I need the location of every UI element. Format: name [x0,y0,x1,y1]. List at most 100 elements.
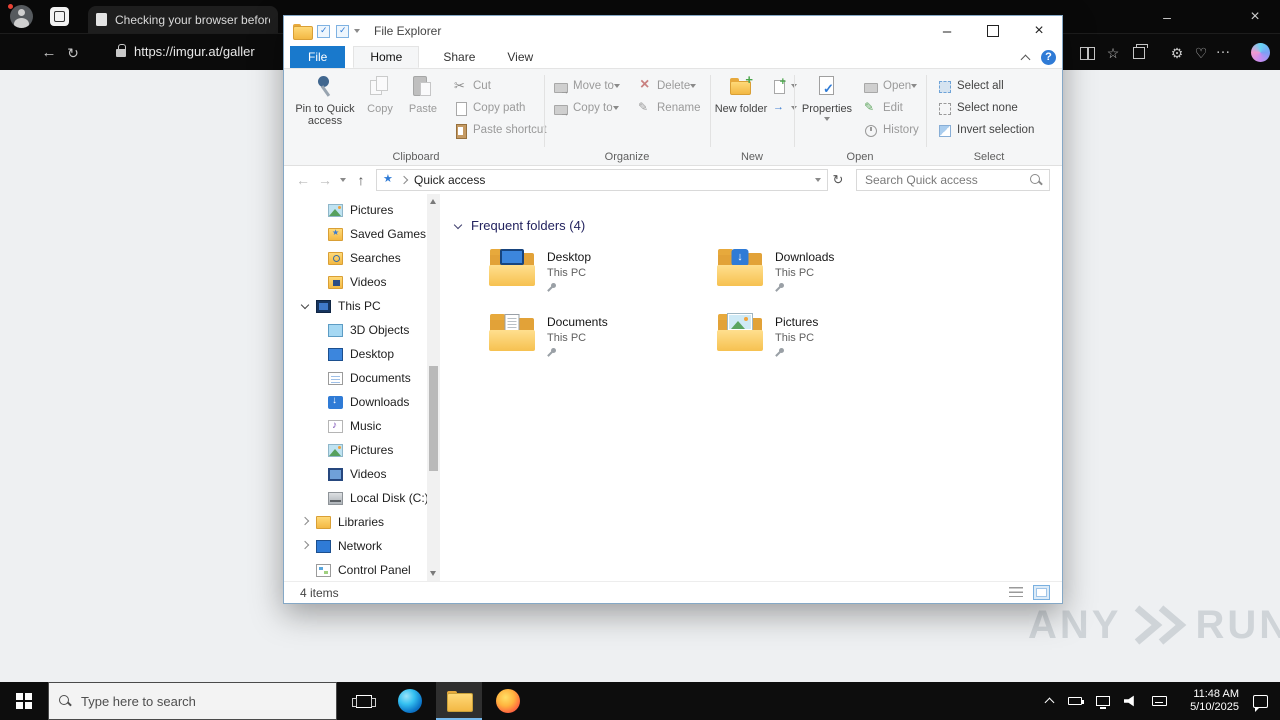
keyboard-icon[interactable] [1152,696,1167,706]
sidebar-item-pictures[interactable]: Pictures [284,438,441,462]
extensions-icon[interactable] [1168,44,1186,62]
sidebar-item-this-pc[interactable]: This PC [284,294,441,318]
move-to-button[interactable]: Move to [550,76,623,96]
sidebar-item-videos-user[interactable]: Videos [284,270,441,294]
address-dropdown-icon[interactable] [815,178,821,182]
battery-icon[interactable] [1068,697,1084,705]
browser-refresh-icon[interactable] [64,44,82,62]
history-button[interactable]: History [860,120,922,140]
profile-avatar[interactable] [10,5,33,28]
paste-shortcut-button[interactable]: Paste shortcut [450,120,550,140]
taskbar-file-explorer-button[interactable] [436,682,482,720]
minimize-button[interactable] [924,16,970,46]
sidebar-item-downloads[interactable]: Downloads [284,390,441,414]
expand-chevron-icon[interactable] [300,301,310,311]
close-button[interactable] [1016,16,1062,46]
sidebar-scrollbar[interactable] [427,194,440,581]
pin-to-quick-access-button[interactable]: Pin to Quick access [294,72,356,146]
select-all-button[interactable]: Select all [934,76,1037,96]
copy-to-button[interactable]: Copy to [550,98,623,118]
sidebar-item-searches[interactable]: Searches [284,246,441,270]
sidebar-item-control-panel[interactable]: Control Panel [284,558,441,581]
sidebar-item-libraries[interactable]: Libraries [284,510,441,534]
expand-chevron-icon[interactable] [300,517,310,527]
sidebar-item-3d-objects[interactable]: 3D Objects [284,318,441,342]
browser-minimize-button[interactable] [1150,0,1184,33]
action-center-icon[interactable] [1253,694,1268,712]
delete-button[interactable]: Delete [634,76,703,96]
split-screen-icon[interactable] [1078,46,1096,64]
breadcrumb-chevron-icon[interactable] [400,176,408,184]
sidebar-item-network[interactable]: Network [284,534,441,558]
folder-tile-documents[interactable]: Documents This PC [489,313,717,378]
favorites-star-icon[interactable] [1104,44,1122,62]
folder-tile-pictures[interactable]: Pictures This PC [717,313,945,378]
explorer-titlebar[interactable]: File Explorer [284,16,1062,46]
address-bar[interactable]: Quick access [376,169,828,191]
new-folder-button[interactable]: New folder [714,72,768,146]
tab-home[interactable]: Home [353,46,420,68]
rename-button[interactable]: Rename [634,98,703,118]
network-icon[interactable] [1096,696,1110,709]
sidebar-item-documents[interactable]: Documents [284,366,441,390]
expand-chevron-icon[interactable] [300,541,310,551]
tray-expand-icon[interactable] [1044,696,1054,706]
taskbar-search[interactable] [48,682,337,720]
sidebar-item-local-disk-c[interactable]: Local Disk (C:) [284,486,441,510]
taskbar-edge-button[interactable] [388,682,432,720]
folder-tile-downloads[interactable]: Downloads This PC [717,248,945,313]
tab-file[interactable]: File [290,46,346,68]
maximize-button[interactable] [970,16,1016,46]
tab-share[interactable]: Share [427,46,491,68]
sidebar-item-desktop[interactable]: Desktop [284,342,441,366]
search-input[interactable] [857,170,1049,190]
qat-dropdown-icon[interactable] [354,29,360,33]
tab-view[interactable]: View [491,46,549,68]
minimize-ribbon-icon[interactable] [1019,52,1031,64]
volume-icon[interactable] [1124,695,1134,707]
start-button[interactable] [0,682,48,720]
invert-selection-button[interactable]: Invert selection [934,120,1037,140]
cut-button[interactable]: Cut [450,76,550,96]
sidebar-item-saved-games[interactable]: Saved Games [284,222,441,246]
properties-button[interactable]: Properties [798,72,856,146]
taskbar-clock[interactable]: 11:48 AM 5/10/2025 [1181,688,1239,714]
window-icon[interactable] [50,7,69,26]
folder-tile-desktop[interactable]: Desktop This PC [489,248,717,313]
scrollbar-thumb[interactable] [429,366,438,471]
edit-button[interactable]: Edit [860,98,922,118]
browser-essentials-icon[interactable] [1192,44,1210,62]
settings-menu-icon[interactable] [1214,44,1232,62]
sidebar-item-label: Local Disk (C:) [350,491,429,505]
copy-button[interactable]: Copy [360,72,400,146]
section-collapse-icon[interactable] [453,220,464,231]
sidebar-item-videos[interactable]: Videos [284,462,441,486]
refresh-button[interactable] [828,172,848,188]
help-icon[interactable] [1041,50,1056,65]
qat-button-1[interactable] [317,24,330,38]
taskbar-firefox-button[interactable] [486,682,530,720]
forward-button[interactable] [314,172,336,188]
back-button[interactable] [292,172,314,188]
copy-path-button[interactable]: Copy path [450,98,550,118]
copilot-icon[interactable] [1251,43,1270,62]
thumbnail-view-button[interactable] [1033,585,1050,600]
task-view-button[interactable] [344,682,384,720]
paste-button[interactable]: Paste [402,72,444,146]
taskbar-search-input[interactable] [81,693,301,709]
section-header[interactable]: Frequent folders (4) [453,218,585,233]
details-view-button[interactable] [1008,585,1025,600]
sidebar-item-pictures-user[interactable]: Pictures [284,198,441,222]
select-none-button[interactable]: Select none [934,98,1037,118]
collections-icon[interactable] [1130,44,1148,62]
qat-button-2[interactable] [336,24,349,38]
sidebar-item-music[interactable]: Music [284,414,441,438]
address-url[interactable]: https://imgur.at/galler [134,44,255,59]
address-path[interactable]: Quick access [414,173,815,187]
browser-back-icon[interactable] [40,44,58,62]
browser-tab[interactable]: Checking your browser before [88,6,278,33]
browser-close-button[interactable] [1238,0,1272,33]
open-button[interactable]: Open [860,76,922,96]
recent-locations-icon[interactable] [340,178,346,182]
up-button[interactable] [350,172,372,188]
